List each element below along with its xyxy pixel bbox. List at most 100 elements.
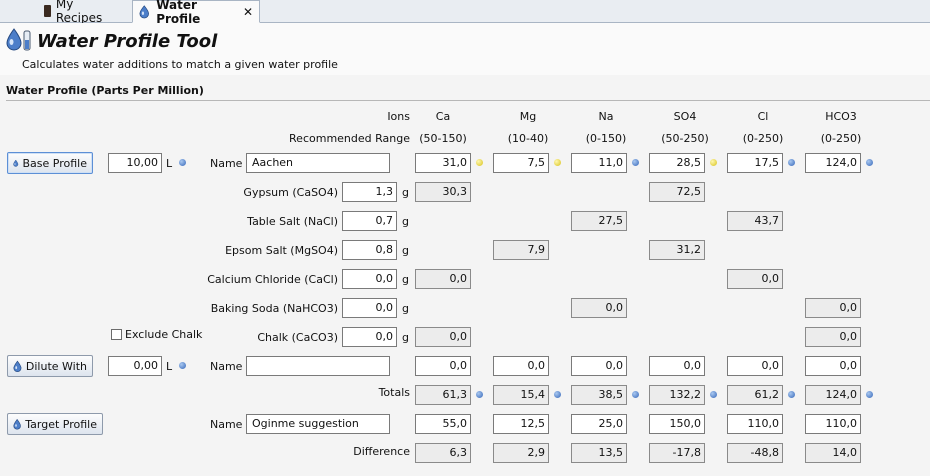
page-subtitle: Calculates water additions to match a gi…: [22, 58, 338, 71]
target-name-label: Name: [210, 418, 243, 431]
base-mg-input[interactable]: 7,5: [493, 153, 549, 173]
range-ca: (50-150): [419, 132, 467, 145]
base-cl-input[interactable]: 17,5: [727, 153, 783, 173]
epsom-salt-so4-value: 31,2: [649, 240, 705, 260]
ion-header-cl: Cl: [757, 110, 769, 123]
dilute-name-input[interactable]: [246, 356, 390, 376]
water-drop-icon: [139, 5, 149, 19]
tab-label: My Recipes: [55, 0, 103, 25]
gypsum-label: Gypsum (CaSO4): [243, 186, 338, 199]
total-so4-value: 132,2: [649, 385, 705, 405]
table-salt-unit: g: [402, 215, 409, 228]
exclude-chalk-checkbox[interactable]: [111, 329, 122, 340]
gypsum-amount-input[interactable]: 1,3: [342, 182, 397, 202]
calcium-chloride-amount-input[interactable]: 0,0: [342, 269, 397, 289]
dilute-so4-input[interactable]: 0,0: [649, 356, 705, 376]
ion-header-na: Na: [598, 110, 614, 123]
base-na-status-dot: [632, 159, 639, 166]
base-volume-input[interactable]: 10,00: [108, 153, 162, 173]
range-hco3: (0-250): [820, 132, 862, 145]
base-so4-input[interactable]: 28,5: [649, 153, 705, 173]
base-volume-status-dot: [179, 159, 186, 166]
tab-my-recipes[interactable]: My Recipes: [32, 0, 128, 25]
range-mg: (10-40): [507, 132, 549, 145]
ion-header-mg: Mg: [519, 110, 537, 123]
dilute-with-button[interactable]: Dilute With: [7, 355, 93, 377]
range-so4: (50-250): [661, 132, 709, 145]
section-header: Water Profile (Parts Per Million): [6, 84, 930, 101]
dilute-ca-input[interactable]: 0,0: [415, 356, 471, 376]
epsom-salt-amount-input[interactable]: 0,8: [342, 240, 397, 260]
target-mg-input[interactable]: 12,5: [493, 414, 549, 434]
mug-icon: [44, 4, 51, 17]
total-na-status-dot: [632, 391, 639, 398]
total-hco3-value: 124,0: [805, 385, 861, 405]
epsom-salt-label: Epsom Salt (MgSO4): [225, 244, 338, 257]
dilute-cl-input[interactable]: 0,0: [727, 356, 783, 376]
target-hco3-input[interactable]: 110,0: [805, 414, 861, 434]
base-volume-unit: L: [166, 157, 173, 170]
difference-mg-value: 2,9: [493, 443, 549, 463]
target-ca-input[interactable]: 55,0: [415, 414, 471, 434]
table-salt-label: Table Salt (NaCl): [247, 215, 338, 228]
dilute-volume-unit: L: [166, 360, 173, 373]
difference-hco3-value: 14,0: [805, 443, 861, 463]
dilute-volume-status-dot: [179, 362, 186, 369]
table-salt-amount-input[interactable]: 0,7: [342, 211, 397, 231]
target-cl-input[interactable]: 110,0: [727, 414, 783, 434]
table-salt-cl-value: 43,7: [727, 211, 783, 231]
total-ca-value: 61,3: [415, 385, 471, 405]
base-profile-button[interactable]: Base Profile: [7, 152, 93, 174]
chalk-label: Chalk (CaCO3): [257, 331, 338, 344]
chalk-amount-input[interactable]: 0,0: [342, 327, 397, 347]
target-so4-input[interactable]: 150,0: [649, 414, 705, 434]
dilute-hco3-input[interactable]: 0,0: [805, 356, 861, 376]
dilute-mg-input[interactable]: 0,0: [493, 356, 549, 376]
water-drop-icon: [13, 360, 22, 372]
chalk-ca-value: 0,0: [415, 327, 471, 347]
close-icon[interactable]: ✕: [243, 5, 253, 19]
dilute-volume-input[interactable]: 0,00: [108, 356, 162, 376]
base-na-input[interactable]: 11,0: [571, 153, 627, 173]
chalk-hco3-value: 0,0: [805, 327, 861, 347]
baking-soda-na-value: 0,0: [571, 298, 627, 318]
calcium-chloride-unit: g: [402, 273, 409, 286]
total-mg-status-dot: [554, 391, 561, 398]
baking-soda-unit: g: [402, 302, 409, 315]
total-cl-status-dot: [788, 391, 795, 398]
base-name-label: Name: [210, 157, 243, 170]
difference-so4-value: -17,8: [649, 443, 705, 463]
baking-soda-amount-input[interactable]: 0,0: [342, 298, 397, 318]
baking-soda-label: Baking Soda (NaHCO3): [210, 302, 338, 315]
target-name-input[interactable]: Oginme suggestion: [246, 414, 390, 434]
base-ca-input[interactable]: 31,0: [415, 153, 471, 173]
total-ca-status-dot: [476, 391, 483, 398]
difference-ca-value: 6,3: [415, 443, 471, 463]
gypsum-unit: g: [402, 186, 409, 199]
base-hco3-input[interactable]: 124,0: [805, 153, 861, 173]
range-na: (0-150): [585, 132, 627, 145]
target-profile-button[interactable]: Target Profile: [7, 413, 103, 435]
dilute-name-label: Name: [210, 360, 243, 373]
base-ca-status-dot: [476, 159, 483, 166]
total-so4-status-dot: [710, 391, 717, 398]
difference-na-value: 13,5: [571, 443, 627, 463]
difference-cl-value: -48,8: [727, 443, 783, 463]
target-na-input[interactable]: 25,0: [571, 414, 627, 434]
recommended-range-label: Recommended Range: [289, 132, 410, 145]
calcium-chloride-label: Calcium Chloride (CaCl): [207, 273, 338, 286]
dilute-na-input[interactable]: 0,0: [571, 356, 627, 376]
tab-water-profile[interactable]: Water Profile ✕: [132, 0, 260, 26]
base-mg-status-dot: [554, 159, 561, 166]
chalk-unit: g: [402, 331, 409, 344]
base-so4-status-dot: [710, 159, 717, 166]
epsom-salt-unit: g: [402, 244, 409, 257]
tab-label: Water Profile: [156, 0, 201, 26]
base-name-input[interactable]: Aachen: [246, 153, 390, 173]
calcium-chloride-cl-value: 0,0: [727, 269, 783, 289]
total-cl-value: 61,2: [727, 385, 783, 405]
calcium-chloride-ca-value: 0,0: [415, 269, 471, 289]
gypsum-ca-value: 30,3: [415, 182, 471, 202]
ions-label: Ions: [387, 110, 410, 123]
table-salt-na-value: 27,5: [571, 211, 627, 231]
